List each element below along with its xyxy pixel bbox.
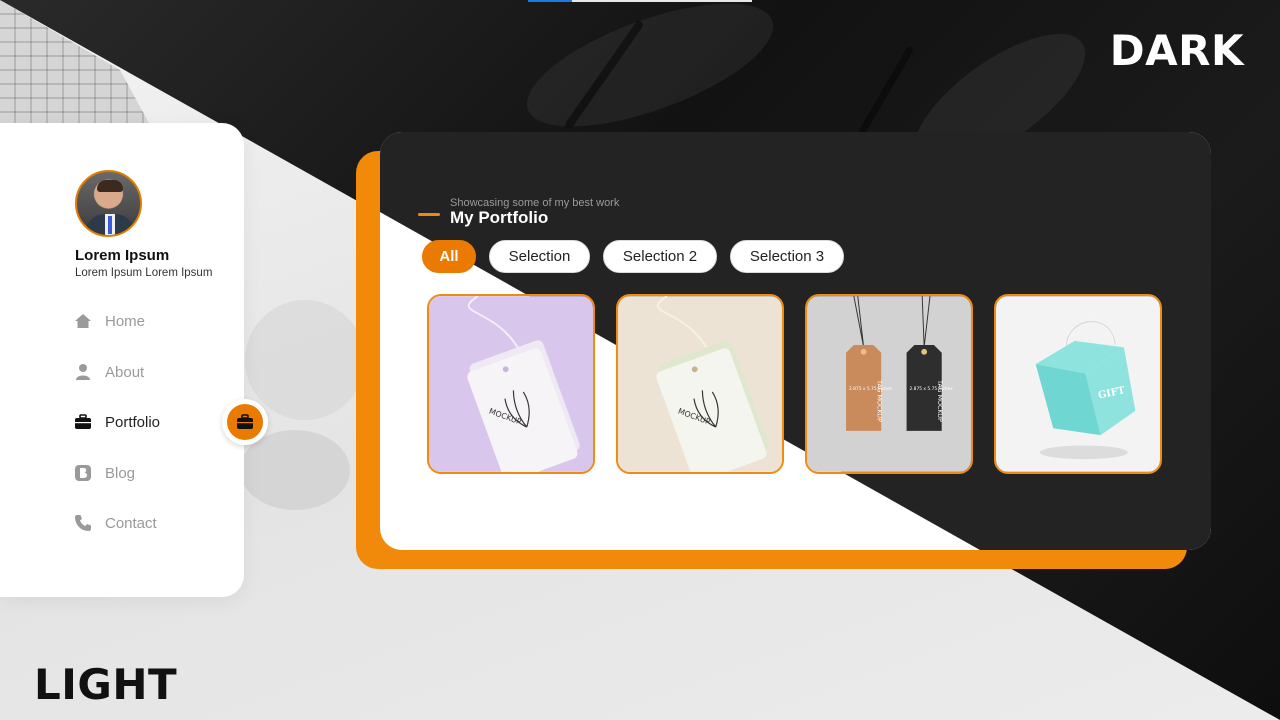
background-pen (852, 45, 915, 145)
dark-mode-label: DARK (1109, 26, 1244, 75)
top-progress-strip (528, 0, 752, 2)
background-blur (240, 430, 350, 510)
gift-box-mockup-image: GIFT (996, 296, 1160, 472)
tag-dimensions: 2.875 x 5.75 inches (910, 386, 954, 392)
background-blur (245, 300, 365, 420)
portfolio-item[interactable]: MOCKUP (616, 294, 784, 474)
user-icon (74, 363, 92, 381)
briefcase-icon (74, 413, 92, 431)
sidebar-item-home[interactable]: Home (74, 309, 224, 333)
profile-name: Lorem Ipsum (75, 247, 170, 264)
sidebar-item-label: Portfolio (105, 413, 161, 431)
portfolio-card: Showcasing some of my best work My Portf… (380, 132, 1211, 550)
sidebar-item-label: Blog (105, 464, 136, 482)
profile-subtitle: Lorem Ipsum Lorem Ipsum (75, 267, 213, 279)
filter-all[interactable]: All (422, 240, 476, 273)
briefcase-icon (227, 404, 263, 440)
phone-icon (74, 514, 92, 532)
sidebar: Lorem Ipsum Lorem Ipsum Lorem Ipsum Home… (0, 123, 244, 597)
title-accent-bar (418, 213, 440, 216)
sidebar-item-about[interactable]: About (74, 360, 224, 384)
filter-selection-2[interactable]: Selection 2 (603, 240, 717, 273)
tag-text: TAG MOCKUP (875, 379, 882, 422)
active-section-badge (222, 399, 268, 445)
portfolio-item[interactable]: MOCKUP (427, 294, 595, 474)
sidebar-item-label: About (105, 363, 145, 381)
filter-selection[interactable]: Selection (489, 240, 590, 273)
light-mode-label: LIGHT (34, 660, 178, 709)
sidebar-item-blog[interactable]: Blog (74, 461, 224, 485)
sidebar-item-portfolio[interactable]: Portfolio (74, 410, 224, 434)
hang-tag-mockup-image: MOCKUP (429, 296, 593, 472)
sidebar-item-label: Contact (105, 514, 157, 532)
sidebar-item-label: Home (105, 312, 146, 330)
portfolio-item[interactable]: TAG MOCKUP TAG MOCKUP 2.875 x 5.75 inche… (805, 294, 973, 474)
tag-pair-mockup-image: TAG MOCKUP TAG MOCKUP 2.875 x 5.75 inche… (807, 296, 971, 472)
filter-selection-3[interactable]: Selection 3 (730, 240, 844, 273)
sidebar-item-contact[interactable]: Contact (74, 511, 224, 535)
portfolio-item[interactable]: GIFT (994, 294, 1162, 474)
avatar (75, 170, 142, 237)
portfolio-title: My Portfolio (450, 208, 549, 227)
tag-text: TAG MOCKUP (936, 379, 943, 422)
background-blur (512, 0, 788, 152)
hang-tag-mockup-image: MOCKUP (618, 296, 782, 472)
blog-icon (74, 464, 92, 482)
tag-dimensions: 2.875 x 5.75 inches (849, 386, 893, 392)
home-icon (74, 312, 92, 330)
